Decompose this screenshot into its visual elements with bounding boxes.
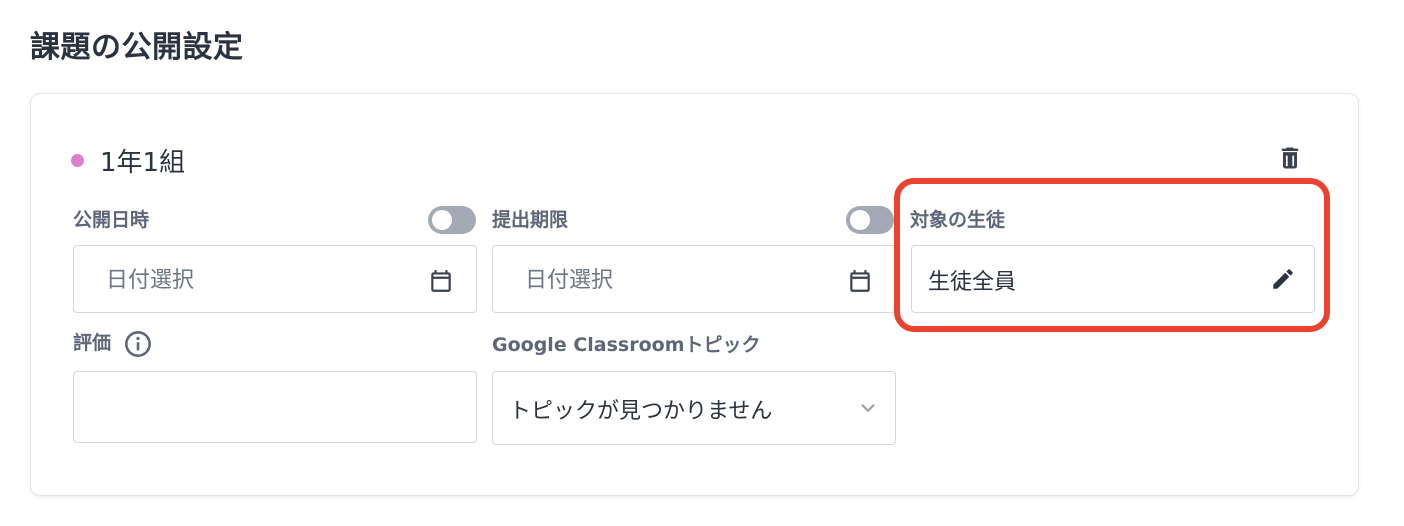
class-header: 1年1組 [71,142,185,179]
due-date-toggle[interactable] [846,206,894,234]
page-title: 課題の公開設定 [30,30,244,65]
due-date-label: 提出期限 [492,209,569,231]
publish-datetime-field[interactable] [73,245,477,314]
grading-field[interactable] [73,371,477,444]
publish-datetime-input[interactable] [104,246,408,314]
info-icon[interactable] [124,330,152,358]
toggle-knob [432,210,452,230]
calendar-icon[interactable] [847,268,873,294]
target-students-label: 対象の生徒 [910,209,1006,231]
publish-datetime-toggle[interactable] [428,206,476,234]
classroom-topic-select[interactable]: トピックが見つかりません [492,371,896,445]
classroom-topic-label: Google Classroomトピック [492,334,761,356]
target-students-value: 生徒全員 [928,270,1017,295]
pencil-icon[interactable] [1270,266,1296,292]
chevron-down-icon [861,404,875,412]
grading-label: 評価 [73,332,112,354]
calendar-icon[interactable] [428,268,454,294]
grading-input[interactable] [104,372,408,444]
class-name: 1年1組 [100,148,186,178]
publish-datetime-label: 公開日時 [73,209,150,231]
due-date-input[interactable] [523,246,827,314]
trash-icon[interactable] [1276,144,1304,172]
class-settings-card: 1年1組 公開日時 提出期限 対象の生徒 生徒全員 評価 [30,93,1359,496]
target-students-field[interactable]: 生徒全員 [911,245,1315,313]
class-color-dot [71,154,84,167]
due-date-field[interactable] [492,245,896,314]
grading-label-row: 評価 [73,328,152,358]
classroom-topic-selected: トピックが見つかりません [509,399,773,424]
toggle-knob [850,210,870,230]
